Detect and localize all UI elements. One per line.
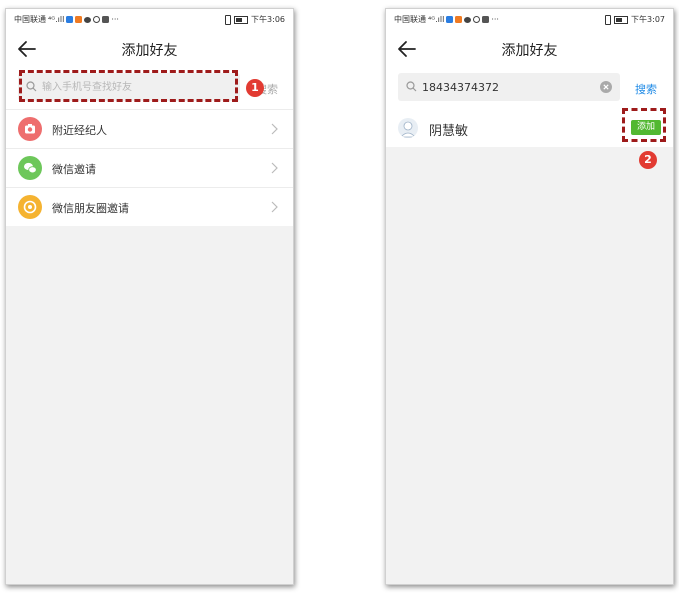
battery-icon (234, 15, 249, 24)
search-notification-icon (93, 16, 101, 23)
app-notification-icon (75, 16, 83, 23)
chevron-right-icon (271, 123, 278, 135)
message-icon (464, 16, 472, 23)
avatar (398, 118, 418, 138)
more-notifications-icon: ··· (491, 15, 499, 24)
nav-bar: 添加好友 (6, 29, 293, 69)
nav-bar: 添加好友 (386, 29, 673, 69)
result-name: 阴慧敏 (429, 124, 469, 139)
wechat-icon (18, 156, 42, 180)
moments-icon (18, 195, 42, 219)
chevron-right-icon (271, 162, 278, 174)
phone-search-input[interactable] (422, 73, 602, 101)
page-title: 添加好友 (121, 43, 178, 59)
annotation-highlight-search (19, 70, 238, 102)
search-icon (406, 81, 417, 92)
menu-item-label: 微信朋友圈邀请 (52, 202, 129, 215)
carrier-label: 中国联通 (14, 15, 46, 24)
status-bar: 中国联通 ⁴ᴳ.ıll ··· 下午3:06 (6, 9, 293, 29)
menu-item-nearby-agents[interactable]: 附近经纪人 (6, 109, 293, 148)
menu-item-wechat-invite[interactable]: 微信邀请 (6, 148, 293, 187)
signal-icon: ⁴ᴳ.ıll (48, 15, 65, 24)
battery-icon (614, 15, 629, 24)
step-badge-2: 2 (639, 151, 657, 169)
step-badge-1: 1 (246, 79, 264, 97)
search-button[interactable]: 搜索 (635, 81, 657, 97)
menu-item-label: 微信邀请 (52, 163, 96, 176)
page-title: 添加好友 (501, 43, 558, 59)
app-notification-icon (446, 16, 454, 23)
message-icon (84, 16, 92, 23)
clock: 下午3:07 (631, 15, 665, 24)
camera-icon (18, 117, 42, 141)
menu-item-moments-invite[interactable]: 微信朋友圈邀请 (6, 187, 293, 226)
clear-input-icon[interactable] (600, 81, 612, 93)
more-notifications-icon: ··· (111, 15, 119, 24)
annotation-highlight-add (622, 108, 666, 142)
app-notification-icon (66, 16, 74, 23)
search-notification-icon (473, 16, 481, 23)
signal-icon: ⁴ᴳ.ıll (428, 15, 445, 24)
carrier-label: 中国联通 (394, 15, 426, 24)
vibrate-icon (605, 14, 612, 25)
search-box[interactable] (398, 73, 620, 101)
status-bar: 中国联通 ⁴ᴳ.ıll ··· 下午3:07 (386, 9, 673, 29)
app-notification-icon (102, 16, 110, 23)
phone-screen-2: 中国联通 ⁴ᴳ.ıll ··· 下午3:07 添加好友 18434374372 … (385, 8, 674, 585)
chevron-right-icon (271, 201, 278, 213)
vibrate-icon (225, 14, 232, 25)
menu-item-label: 附近经纪人 (52, 124, 107, 137)
search-bar: 搜索 (386, 69, 673, 109)
invite-menu: 附近经纪人 微信邀请 微信朋友圈邀请 (6, 109, 293, 226)
app-notification-icon (455, 16, 463, 23)
app-notification-icon (482, 16, 490, 23)
clock: 下午3:06 (251, 15, 285, 24)
